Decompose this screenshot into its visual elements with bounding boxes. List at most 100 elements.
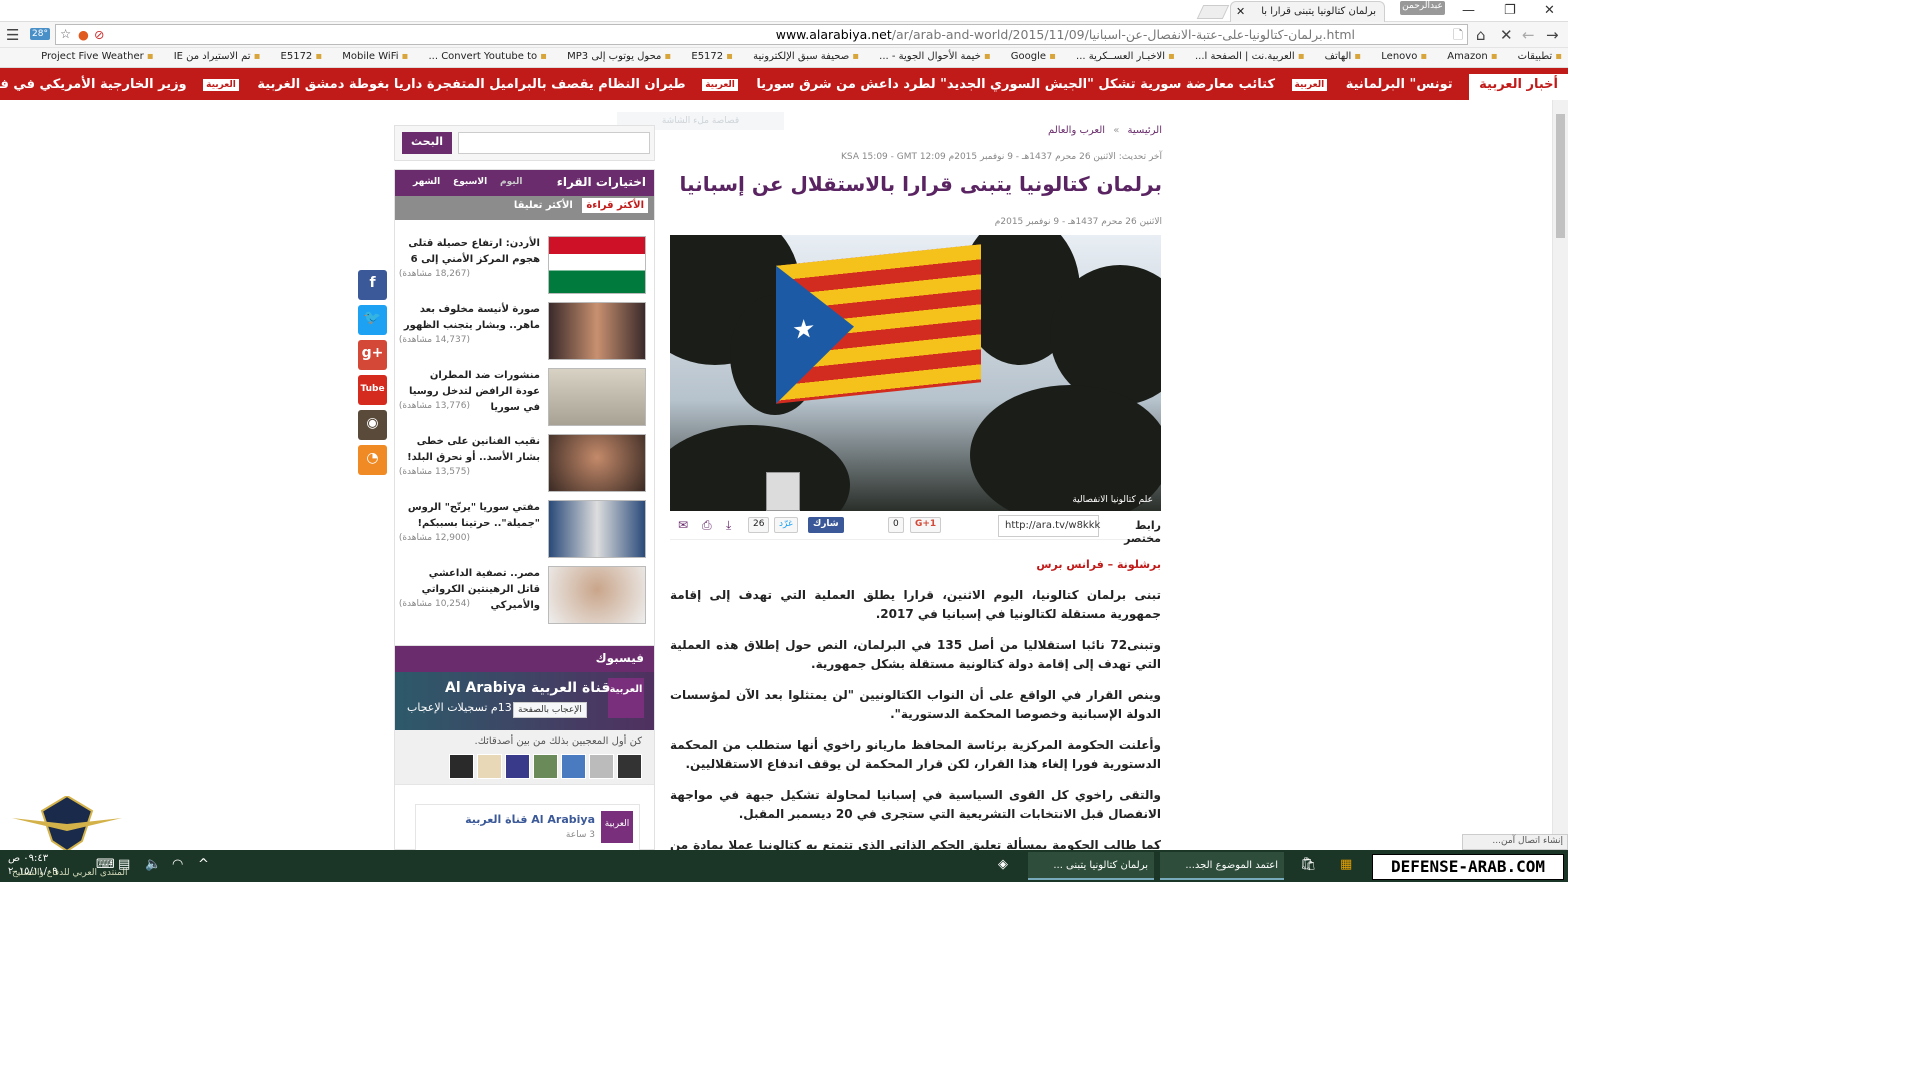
youtube-icon[interactable]: Tube [358, 375, 387, 405]
app-icon[interactable]: ◈ [998, 857, 1008, 872]
facebook-page-banner[interactable]: العربية Al Arabiya قناة العربية 13م تسجي… [395, 672, 654, 730]
bookmark[interactable]: العربية.نت | الصفحة ا... [1195, 51, 1304, 62]
back-icon[interactable]: → [1546, 26, 1559, 44]
search-button[interactable]: البحث [402, 132, 452, 154]
bookmark[interactable]: خيمة الأحوال الجوية - ... [879, 51, 990, 62]
bookmark[interactable]: E5172 [281, 51, 323, 62]
bookmark[interactable]: Amazon [1447, 51, 1497, 62]
home-icon[interactable]: ⌂ [1476, 26, 1486, 44]
avatar[interactable] [533, 754, 558, 779]
show-hidden-icon[interactable]: ^ [198, 857, 209, 872]
fb-like-button[interactable]: الإعجاب بالصفحة [513, 702, 587, 718]
forward-icon[interactable]: ← [1522, 26, 1535, 44]
bookmark[interactable]: تم الاستيراد من IE [174, 51, 261, 62]
weather-icon[interactable]: 28° [30, 28, 50, 40]
browser-tab[interactable]: ✕ برلمان كتالونيا يتبنى قرارا با [1230, 1, 1385, 22]
item-title[interactable]: صورة لأنيسة مخلوف بعد ماهر.. وبشار يتجنب… [403, 302, 540, 334]
bookmark[interactable]: Project Five Weather [41, 51, 153, 62]
tab-today[interactable]: اليوم [500, 177, 522, 187]
article-photo[interactable]: ★ علم كتالونيا الانفصالية [670, 235, 1161, 511]
avatar[interactable] [477, 754, 502, 779]
bookmark[interactable]: محول يوتوب إلى MP3 [567, 51, 671, 62]
taskbar-chrome-window[interactable]: اعتمد الموضوع الجد... [1160, 852, 1284, 880]
thumbnail[interactable] [548, 368, 646, 426]
instagram-icon[interactable]: ◉ [358, 410, 387, 440]
thumbnail[interactable] [548, 566, 646, 624]
ticker-item[interactable]: كتائب معارضة سورية تشكل "الجيش السوري ال… [756, 68, 1275, 92]
bookmark[interactable]: E5172 [691, 51, 733, 62]
fb-post-author[interactable]: قناة العربية Al Arabiya [465, 813, 595, 826]
new-tab-button[interactable] [1196, 5, 1230, 19]
taskbar-chrome-window[interactable]: برلمان كتالونيا يتبنى ... [1028, 852, 1154, 880]
minimize-icon[interactable]: — [1462, 3, 1475, 18]
ticker-item[interactable]: تونس" البرلمانية [1346, 68, 1453, 92]
app-grid-icon[interactable]: ▦ [1340, 857, 1352, 872]
volume-icon[interactable]: 🔈 [145, 857, 161, 872]
thumbnail[interactable] [548, 236, 646, 294]
address-bar[interactable]: ☆ ● ⊘ www.alarabiya.net/ar/arab-and-worl… [55, 24, 1468, 45]
bookmark[interactable]: الاخبـار العســكرية ... [1076, 51, 1175, 62]
ticker-item[interactable]: طيران النظام يقصف بالبراميل المتفجرة دار… [257, 68, 685, 92]
bookmark[interactable]: Google [1011, 51, 1056, 62]
google-plus-button[interactable]: G+1 [910, 517, 942, 533]
bookmark[interactable]: صحيفة سبق الإلكترونية [753, 51, 859, 62]
close-window-icon[interactable]: ✕ [1544, 3, 1555, 18]
thumbnail[interactable] [548, 302, 646, 360]
fb-post[interactable]: العربية قناة العربية Al Arabiya 3 ساعة [415, 804, 640, 850]
breadcrumb-section[interactable]: العرب والعالم [1048, 125, 1105, 136]
tab-most-commented[interactable]: الأكثر تعليقا [514, 200, 573, 211]
ticker-label[interactable]: أخبار العربية [1469, 74, 1568, 100]
bookmark[interactable]: Lenovo [1381, 51, 1427, 62]
avatar[interactable] [617, 754, 642, 779]
ticker-item[interactable]: وزير الخارجية الأمريكي في فيينا نهاية ال… [0, 68, 187, 92]
list-item[interactable]: الأردن: ارتفاع حصيلة قتلى هجوم المركز ال… [399, 236, 646, 296]
tab-most-read[interactable]: الأكثر قراءة [582, 198, 648, 213]
extension-icon[interactable]: ● [78, 27, 89, 42]
tab-month[interactable]: الشهر [413, 177, 440, 187]
star-icon[interactable]: ☆ [60, 26, 71, 41]
store-icon[interactable]: 🛍 [1300, 857, 1317, 872]
scrollbar-thumb[interactable] [1556, 114, 1565, 238]
avatar[interactable] [449, 754, 474, 779]
list-item[interactable]: صورة لأنيسة مخلوف بعد ماهر.. وبشار يتجنب… [399, 302, 646, 362]
item-title[interactable]: مفتي سوريا "يرتّح" الروس "جميلة".. حرتين… [403, 500, 540, 532]
breadcrumb-home[interactable]: الرئيسية [1128, 125, 1162, 136]
avatar[interactable] [561, 754, 586, 779]
fb-page-name[interactable]: Al Arabiya قناة العربية [445, 680, 610, 696]
restore-icon[interactable]: ❐ [1504, 3, 1516, 18]
item-title[interactable]: نقيب الفنانين على خطى بشار الأسد.. أو نح… [403, 434, 540, 466]
menu-icon[interactable]: ☰ [6, 26, 19, 44]
print-icon[interactable]: ⎙ [698, 517, 716, 533]
bookmark[interactable]: تطبيقات [1518, 51, 1562, 62]
item-title[interactable]: الأردن: ارتفاع حصيلة قتلى هجوم المركز ال… [403, 236, 540, 268]
pdf-icon[interactable]: ⤓ [722, 517, 735, 533]
bookmark[interactable]: Mobile WiFi [342, 51, 408, 62]
user-badge[interactable]: عبدالرحمن [1400, 1, 1445, 15]
tab-week[interactable]: الاسبوع [453, 177, 487, 187]
email-icon[interactable]: ✉ [674, 517, 692, 533]
avatar[interactable] [505, 754, 530, 779]
close-tab-icon[interactable]: ✕ [1236, 5, 1245, 18]
short-link-field[interactable]: http://ara.tv/w8kkk [998, 515, 1100, 537]
list-item[interactable]: مصر.. تصفية الداعشي قاتل الرهينتين الكرو… [399, 566, 646, 626]
tweet-button[interactable]: غرّد [774, 517, 798, 533]
search-input[interactable] [458, 132, 650, 154]
extension-2-icon[interactable]: ⊘ [94, 27, 104, 42]
twitter-icon[interactable]: 🐦 [358, 305, 387, 335]
stop-icon[interactable]: ✕ [1500, 26, 1513, 44]
list-item[interactable]: مفتي سوريا "يرتّح" الروس "جميلة".. حرتين… [399, 500, 646, 560]
thumbnail[interactable] [548, 500, 646, 558]
facebook-icon[interactable]: f [358, 270, 387, 300]
google-plus-icon[interactable]: g+ [358, 340, 387, 370]
rss-icon[interactable]: ◔ [358, 445, 387, 475]
wifi-icon[interactable]: ◠ [172, 857, 183, 872]
list-item[interactable]: منشورات ضد المطران عودة الرافض لتدخل روس… [399, 368, 646, 428]
thumbnail[interactable] [548, 434, 646, 492]
bookmark[interactable]: الهاتف [1325, 51, 1361, 62]
avatar[interactable] [589, 754, 614, 779]
list-item[interactable]: نقيب الفنانين على خطى بشار الأسد.. أو نح… [399, 434, 646, 494]
bookmark[interactable]: Convert Youtube to ... [428, 51, 546, 62]
page-scrollbar[interactable] [1552, 100, 1568, 850]
item-views: (13,575 مشاهدة) [398, 467, 470, 477]
facebook-share-button[interactable]: شارك [808, 517, 844, 533]
